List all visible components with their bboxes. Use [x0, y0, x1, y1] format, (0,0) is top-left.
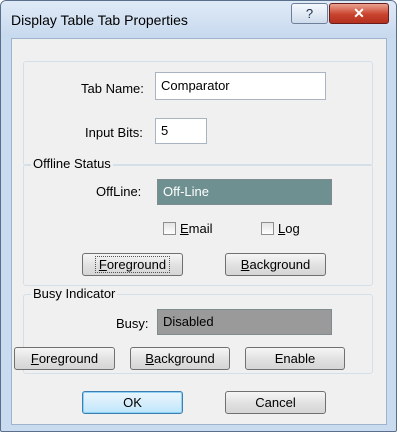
help-button[interactable]: ? — [291, 3, 328, 24]
offline-status-label: OffLine: — [96, 184, 142, 199]
input-bits-label: Input Bits: — [85, 125, 143, 140]
busy-status-box[interactable]: Disabled — [157, 309, 332, 335]
input-bits-input[interactable]: 5 — [155, 118, 207, 144]
offline-status-box[interactable]: Off-Line — [157, 179, 332, 205]
busy-status-label: Busy: — [116, 316, 149, 331]
dialog-body: Tab Name: Comparator Input Bits: 5 Offli… — [11, 38, 387, 425]
busy-indicator-group-label: Busy Indicator — [31, 286, 118, 301]
offline-foreground-button[interactable]: Foreground — [82, 253, 183, 276]
email-checkbox[interactable] — [163, 222, 176, 235]
log-checkbox[interactable] — [261, 222, 274, 235]
ok-button[interactable]: OK — [82, 391, 183, 414]
tab-name-label: Tab Name: — [81, 81, 144, 96]
offline-status-group-label: Offline Status — [31, 156, 113, 171]
offline-foreground-button-label: Foreground — [94, 256, 171, 273]
cancel-button[interactable]: Cancel — [225, 391, 326, 414]
title-bar[interactable]: Display Table Tab Properties ? ✕ — [1, 1, 396, 38]
log-checkbox-label: Log — [278, 221, 300, 236]
offline-background-button-label: Background — [240, 257, 311, 272]
busy-foreground-button-label: Foreground — [30, 351, 99, 366]
window-title: Display Table Tab Properties — [11, 12, 188, 28]
close-button[interactable]: ✕ — [329, 3, 389, 24]
offline-background-button[interactable]: Background — [225, 253, 326, 276]
busy-foreground-button[interactable]: Foreground — [14, 347, 115, 370]
dialog-window: Display Table Tab Properties ? ✕ Tab Nam… — [0, 0, 397, 432]
tab-name-input[interactable]: Comparator — [155, 72, 326, 100]
busy-background-button-label: Background — [145, 351, 215, 366]
busy-background-button[interactable]: Background — [130, 347, 230, 370]
close-icon: ✕ — [353, 5, 365, 21]
email-checkbox-label: Email — [180, 221, 213, 236]
enable-button[interactable]: Enable — [245, 347, 345, 370]
